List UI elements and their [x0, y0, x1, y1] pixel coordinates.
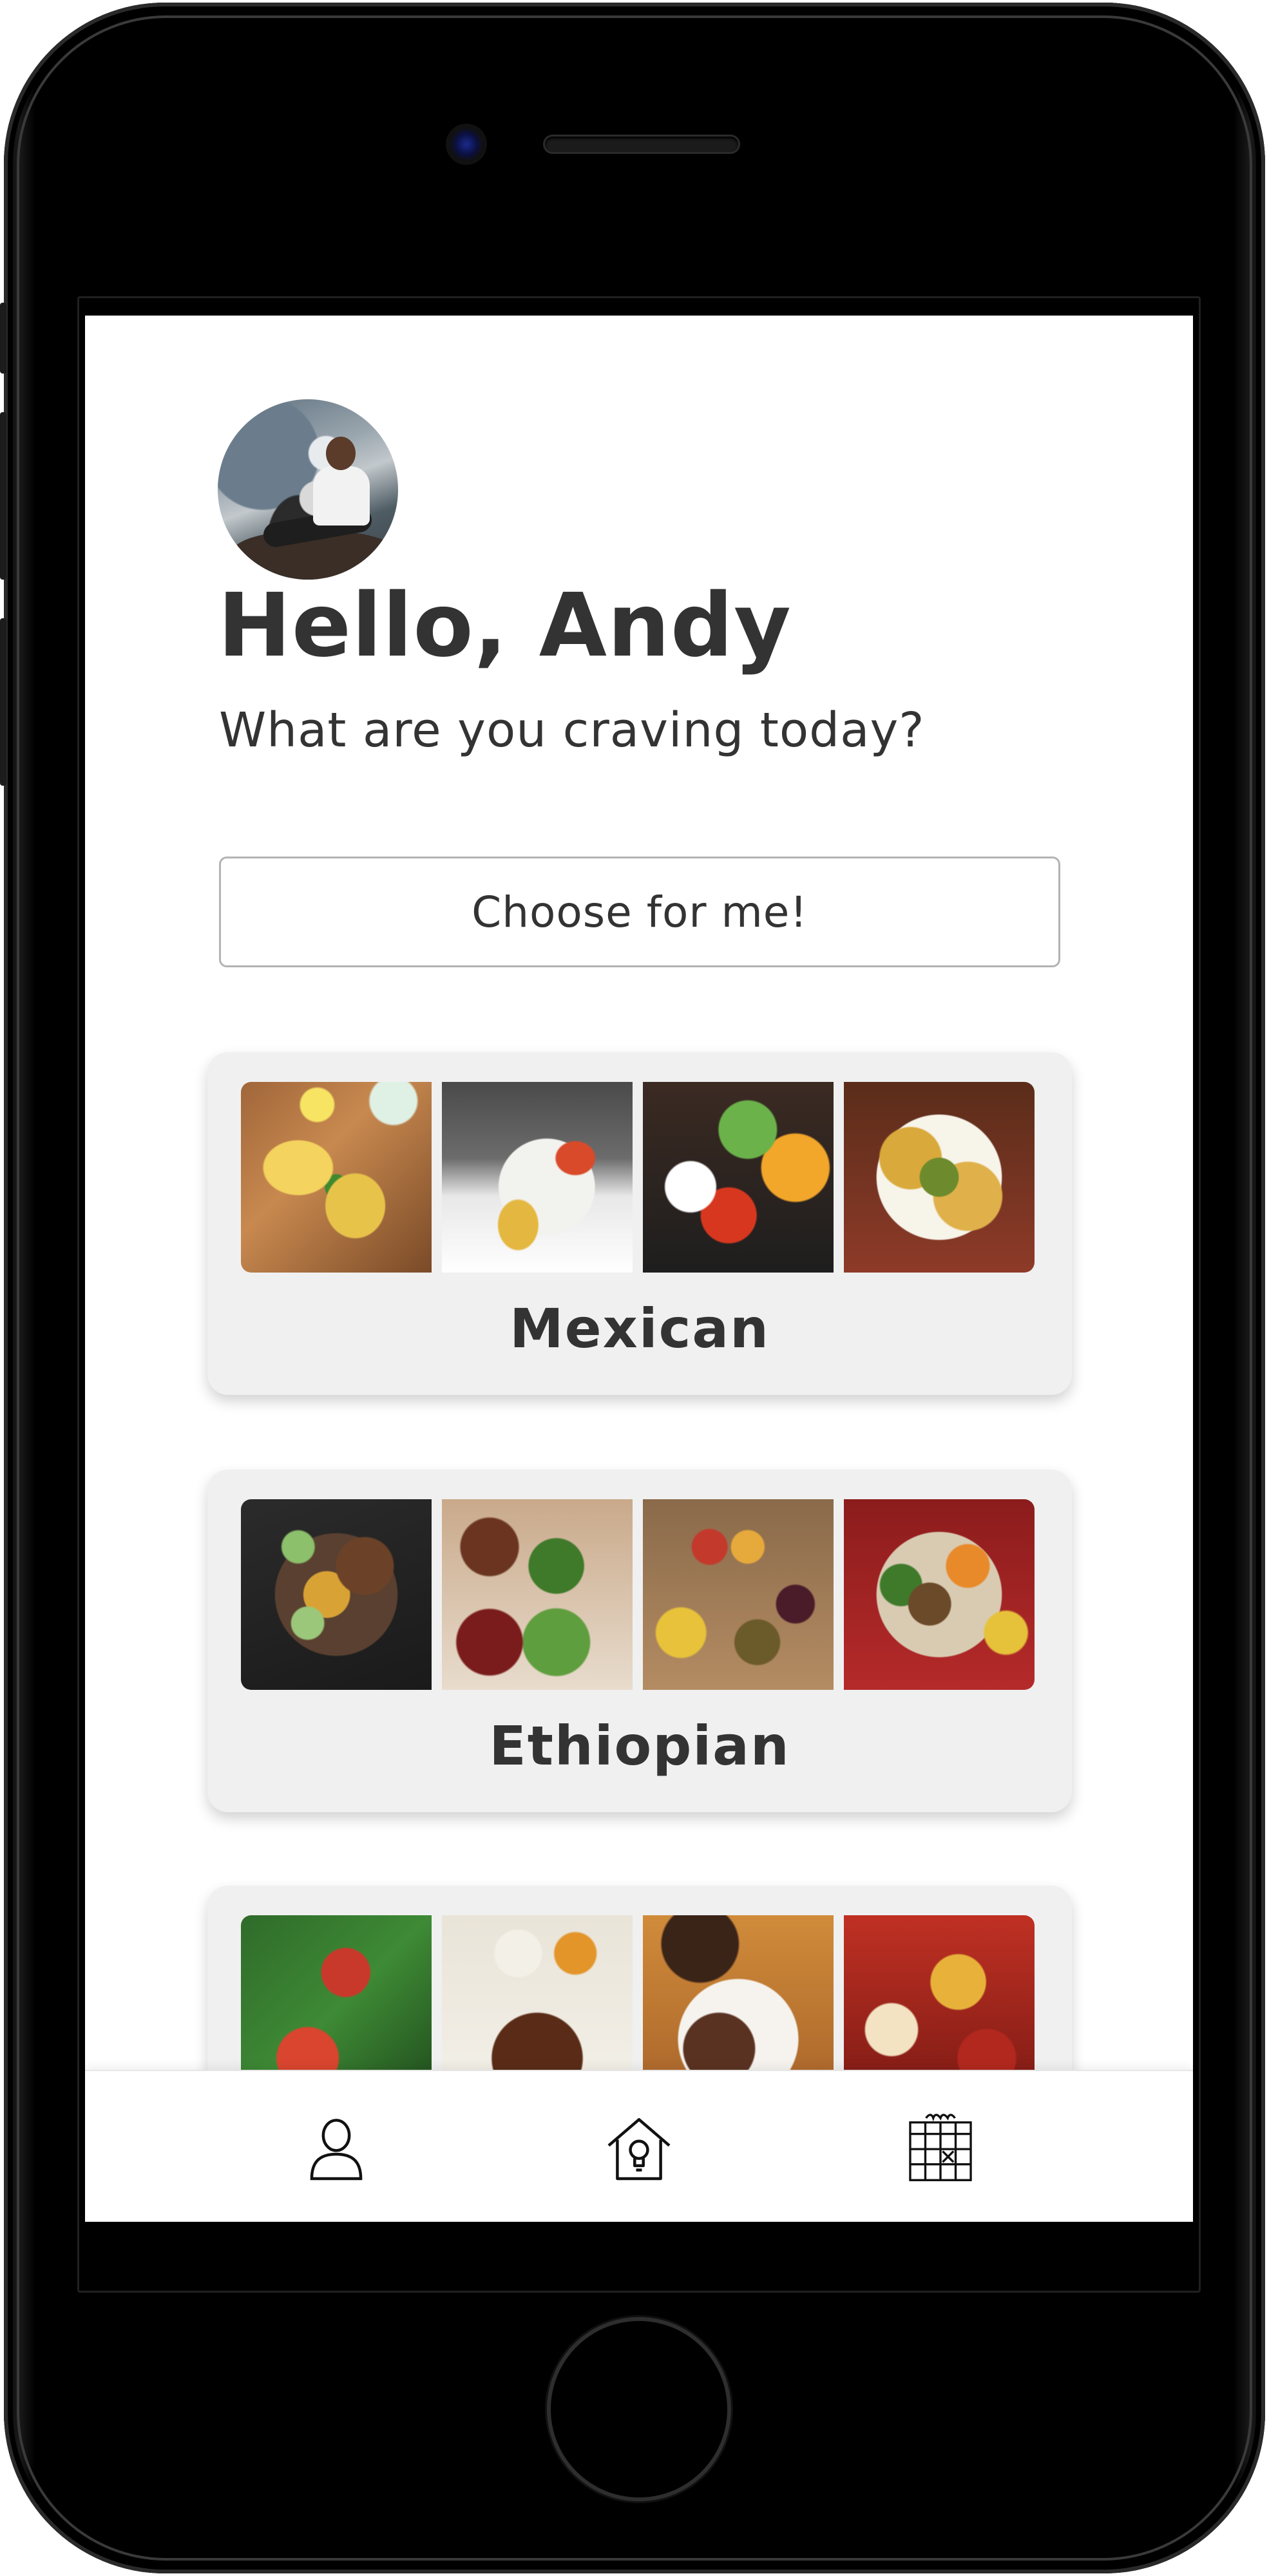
cuisine-card-label: Ethiopian [489, 1714, 790, 1777]
food-photo-burrito [442, 1082, 633, 1273]
food-photo-salsa [643, 1082, 834, 1273]
page-subtitle: What are you craving today? [219, 703, 925, 758]
food-photo-ethiopian-4 [844, 1499, 1035, 1690]
cuisine-photo-strip [241, 1499, 1035, 1690]
cuisine-photo-strip [241, 1082, 1035, 1273]
avatar[interactable] [218, 399, 398, 580]
profile-icon [310, 2119, 363, 2181]
food-photo-ethiopian-2 [442, 1499, 633, 1690]
app-screen: Hello, Andy What are you craving today? … [85, 316, 1193, 2222]
volume-down-button [0, 618, 6, 786]
food-photo-ethiopian-3 [643, 1499, 834, 1690]
food-photo-tacos [241, 1082, 432, 1273]
food-photo-ethiopian-1 [241, 1499, 432, 1690]
bottom-tab-bar [85, 2070, 1193, 2222]
page-title: Hello, Andy [218, 575, 792, 677]
mute-switch [0, 303, 6, 374]
home-button[interactable] [551, 2321, 727, 2497]
avatar-photo-head [326, 437, 356, 470]
food-photo-nachos [844, 1082, 1035, 1273]
front-camera-icon [450, 128, 483, 161]
tab-home[interactable] [600, 2110, 678, 2187]
cuisine-card-label: Mexican [510, 1297, 770, 1360]
home-icon [607, 2117, 671, 2181]
tab-profile[interactable] [298, 2110, 375, 2187]
cuisine-card-ethiopian[interactable]: Ethiopian [207, 1470, 1072, 1812]
cuisine-card-mexican[interactable]: Mexican [207, 1052, 1072, 1395]
earpiece-speaker [545, 137, 738, 152]
choose-for-me-button[interactable]: Choose for me! [219, 857, 1060, 967]
phone-frame: Hello, Andy What are you craving today? … [0, 0, 1269, 2576]
avatar-photo-body [313, 466, 370, 526]
tab-calendar[interactable] [902, 2110, 979, 2187]
volume-up-button [0, 412, 6, 580]
calendar-icon [909, 2114, 972, 2181]
